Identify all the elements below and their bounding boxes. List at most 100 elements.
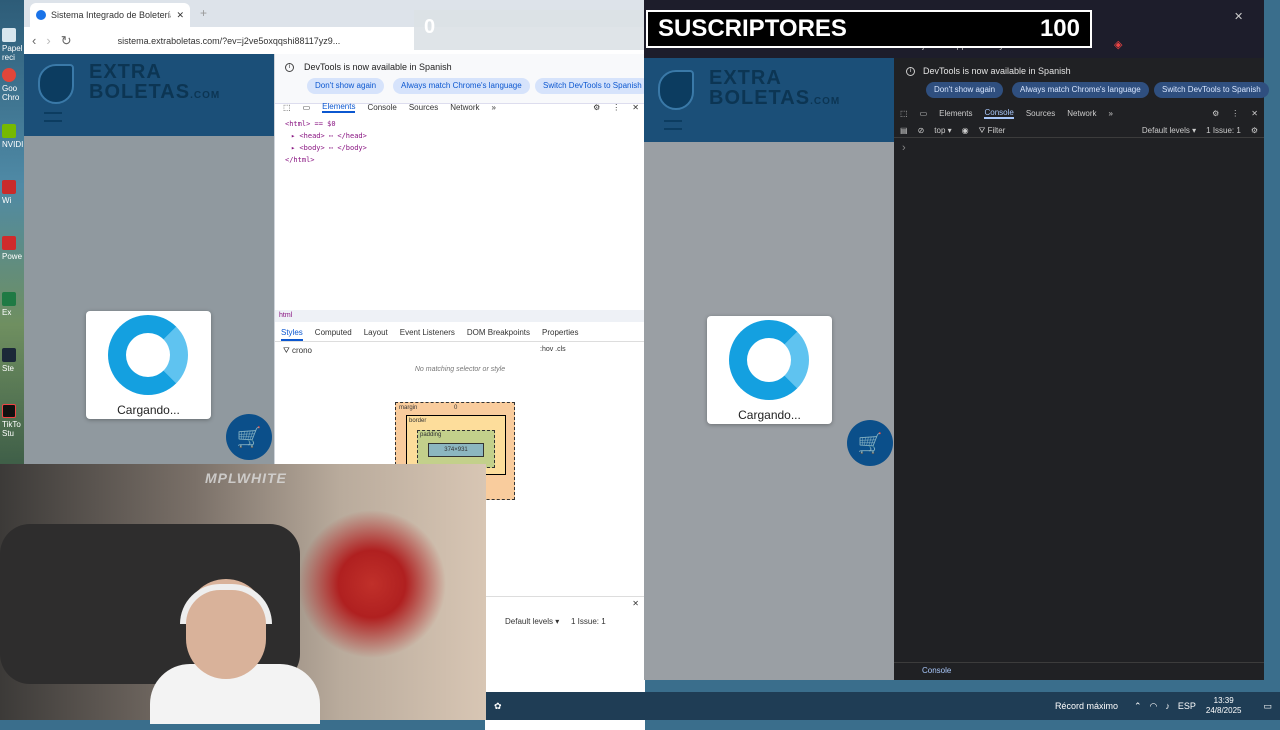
inspect-icon[interactable]: ⬚ (283, 103, 291, 112)
clear-console-icon[interactable]: ⊘ (918, 126, 925, 135)
info-icon: i (285, 62, 294, 72)
browser-tab[interactable]: Sistema Integrado de Boletería ✕ (30, 3, 190, 27)
close-drawer-icon[interactable]: ✕ (632, 599, 639, 608)
levels-dropdown[interactable]: Default levels ▾ (1142, 126, 1196, 135)
extraboletas-logo[interactable]: EXTRA BOLETAS.COM (38, 62, 219, 104)
volume-icon[interactable]: ♪ (1165, 701, 1170, 711)
tab-sources[interactable]: Sources (409, 103, 438, 112)
tab-network[interactable]: Network (1067, 109, 1096, 118)
tab-elements[interactable]: Elements (939, 109, 972, 118)
desktop-icon-recycle[interactable]: Papel reci (2, 28, 24, 62)
close-devtools-icon[interactable]: ✕ (1251, 109, 1258, 118)
dom-node[interactable]: <html> == $0 (285, 118, 367, 130)
info-icon: i (906, 66, 915, 76)
more-icon[interactable]: ⋮ (1231, 109, 1239, 118)
cart-button-right[interactable]: 🛒 (847, 420, 893, 466)
styles-filter-input[interactable]: ⛛ crono (283, 346, 533, 358)
filter-icon: ⛛ (283, 346, 292, 355)
tab-event-listeners[interactable]: Event Listeners (400, 328, 455, 341)
battery-saver-status[interactable]: Récord máximo (1055, 701, 1118, 711)
menu-icon[interactable] (664, 120, 682, 130)
tab-console[interactable]: Console (984, 108, 1014, 119)
desktop-icon-power[interactable]: Powe (2, 236, 24, 261)
reload-icon[interactable]: ↻ (61, 33, 72, 49)
dont-show-button[interactable]: Don't show again (307, 78, 385, 94)
cart-button[interactable]: 🛒 (226, 414, 272, 460)
tab-layout[interactable]: Layout (364, 328, 388, 341)
more-tabs-icon[interactable]: » (492, 103, 496, 112)
context-dropdown[interactable]: top ▾ (934, 126, 951, 135)
desktop-icon-chrome[interactable]: Goo Chro (2, 68, 24, 102)
styles-tabs: Styles Computed Layout Event Listeners D… (275, 328, 645, 342)
back-icon[interactable]: ‹ (32, 33, 36, 48)
switch-spanish-button[interactable]: Switch DevTools to Spanish (535, 78, 650, 94)
tab-computed[interactable]: Computed (315, 328, 352, 341)
desktop-icon-wi[interactable]: Wi (2, 180, 24, 205)
brave-shield-icon[interactable]: ◈ (1114, 38, 1122, 51)
logo-mark-icon (658, 70, 694, 110)
tab-network[interactable]: Network (450, 103, 479, 112)
dom-node[interactable]: ▸ <body> ⋯ </body> (285, 142, 367, 154)
settings-icon[interactable]: ⚙ (593, 103, 600, 112)
spinner-icon (729, 320, 809, 400)
extraboletas-logo-right[interactable]: EXTRA BOLETAS.COM (658, 68, 839, 110)
new-tab-button[interactable]: + (200, 6, 207, 20)
forward-icon[interactable]: › (46, 33, 50, 48)
right-site-header: EXTRA BOLETAS.COM (644, 58, 894, 142)
settings-icon[interactable]: ⚙ (1212, 109, 1219, 118)
excel-icon (2, 292, 16, 306)
recycle-bin-icon (2, 28, 16, 42)
language-infobar: i DevTools is now available in Spanish Do… (275, 54, 650, 104)
desktop-icon-tiktok[interactable]: TikTo Stu (2, 404, 24, 438)
more-tabs-icon[interactable]: » (1109, 109, 1113, 118)
more-icon[interactable]: ⋮ (612, 103, 620, 112)
console-prompt[interactable]: › (902, 142, 906, 154)
eye-icon[interactable]: ◉ (962, 126, 969, 135)
issues-badge[interactable]: 1 Issue: 1 (1206, 126, 1241, 135)
close-devtools-icon[interactable]: ✕ (632, 103, 639, 112)
device-icon[interactable]: ▭ (920, 109, 928, 118)
breadcrumb[interactable]: html (275, 310, 645, 322)
notification-icon[interactable]: ▭ (1263, 701, 1272, 712)
clock[interactable]: 13:39 24/8/2025 (1206, 696, 1242, 716)
tray-chevron-icon[interactable]: ⌃ (1134, 701, 1142, 712)
url-text[interactable]: sistema.extraboletas.com/?ev=j2ve5oxqqsh… (118, 36, 348, 46)
dom-node[interactable]: ▸ <head> ⋯ </head> (285, 130, 367, 142)
dont-show-button-right[interactable]: Don't show again (926, 82, 1004, 98)
console-filter-input[interactable]: ⛛ Filter (979, 126, 1079, 136)
match-language-button-right[interactable]: Always match Chrome's language (1012, 82, 1149, 98)
switch-spanish-button-right[interactable]: Switch DevTools to Spanish (1154, 82, 1269, 98)
close-tab-icon[interactable]: ✕ (176, 10, 184, 21)
tab-elements[interactable]: Elements (322, 102, 356, 113)
hov-cls-toggle[interactable]: :hov .cls (540, 346, 566, 353)
tab-sources[interactable]: Sources (1026, 109, 1055, 118)
desktop-icon-excel[interactable]: Ex (2, 292, 24, 317)
issues-badge[interactable]: 1 Issue: 1 (571, 617, 606, 626)
sidebar-toggle-icon[interactable]: ▤ (900, 126, 908, 135)
console-drawer-tab[interactable]: Console (894, 662, 1264, 678)
tab-console[interactable]: Console (367, 103, 396, 112)
dom-node[interactable]: </html> (285, 154, 367, 166)
tab-dom-breakpoints[interactable]: DOM Breakpoints (467, 328, 530, 341)
nvidia-icon (2, 124, 16, 138)
device-icon[interactable]: ▭ (303, 103, 311, 112)
motorbike-image (300, 504, 480, 664)
desktop-background: Papel reci Goo Chro NVIDI Wi Powe Ex Ste… (0, 0, 26, 464)
wifi-icon[interactable]: ◠ (1150, 701, 1158, 712)
desktop-icon-steam[interactable]: Ste (2, 348, 24, 373)
dom-tree: <html> == $0 ▸ <head> ⋯ </head> ▸ <body>… (285, 118, 367, 166)
inspect-icon[interactable]: ⬚ (900, 109, 908, 118)
menu-icon[interactable] (44, 112, 62, 122)
settings-icon[interactable]: ⚙ (1251, 126, 1258, 135)
close-window-icon[interactable]: ✕ (1234, 10, 1243, 23)
match-language-button[interactable]: Always match Chrome's language (393, 78, 530, 94)
tab-styles[interactable]: Styles (281, 328, 303, 341)
spinner-icon (108, 315, 188, 395)
desktop-icon-nvidia[interactable]: NVIDI (2, 124, 24, 149)
language-indicator[interactable]: ESP (1178, 701, 1196, 711)
cam-watermark: MPLWHITE (205, 470, 287, 486)
tab-properties[interactable]: Properties (542, 328, 578, 341)
taskbar: ✿ Récord máximo ⌃ ◠ ♪ ESP 13:39 24/8/2025… (486, 692, 1280, 720)
levels-dropdown[interactable]: Default levels ▾ (505, 617, 559, 626)
taskbar-app-icon[interactable]: ✿ (494, 701, 502, 712)
